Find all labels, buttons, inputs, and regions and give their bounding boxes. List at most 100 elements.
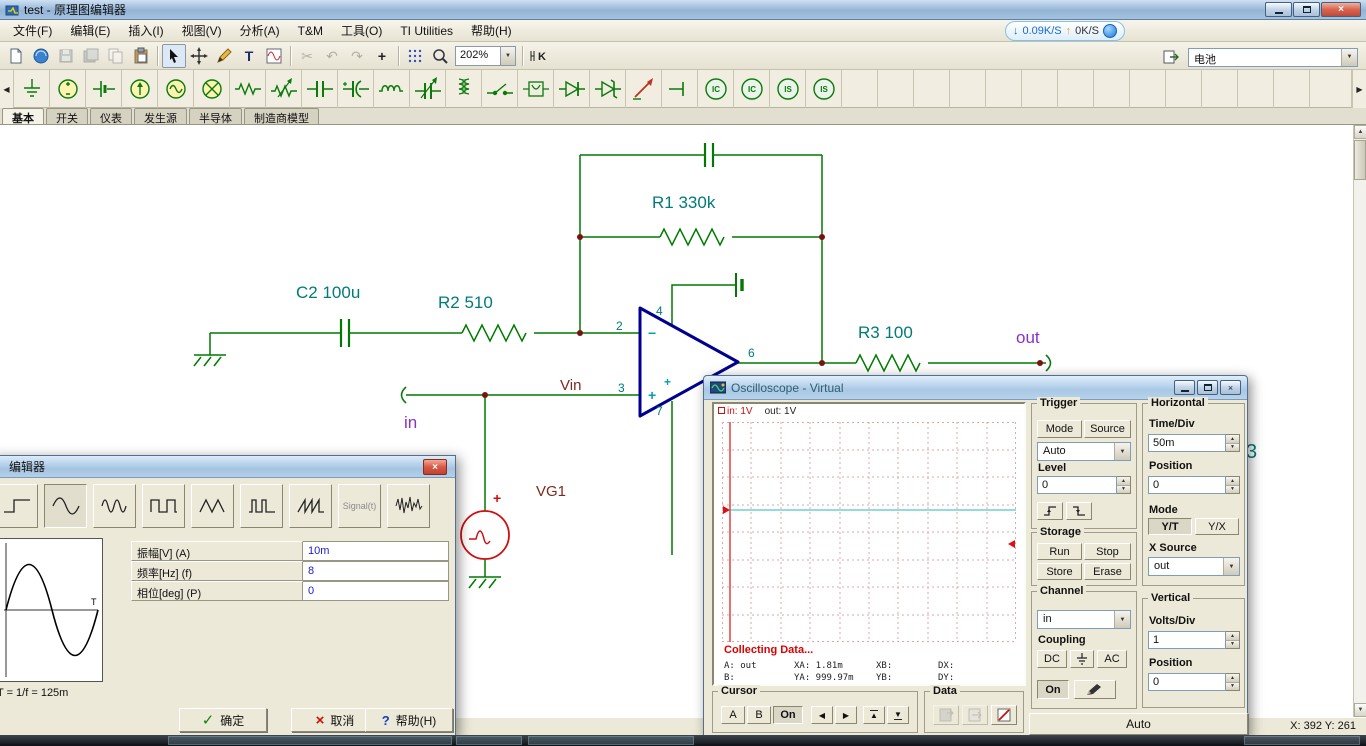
component-switch-button[interactable] [482,70,518,108]
waveform-noise-button[interactable] [387,484,430,528]
ok-button[interactable]: ✓ 确定 [179,708,267,732]
zoom-lens-button[interactable] [428,44,452,68]
menu-tools[interactable]: 工具(O) [332,19,391,42]
label-r2[interactable]: R2 510 [438,293,493,313]
waveform-triangle-button[interactable] [191,484,234,528]
resistor-r3[interactable] [855,353,921,373]
cursor-a-button[interactable]: A [721,706,745,724]
osc-minimize-button[interactable] [1174,380,1195,395]
menu-analysis[interactable]: 分析(A) [231,19,289,42]
component-dc-voltage-source-button[interactable] [50,70,86,108]
menu-insert[interactable]: 插入(I) [119,19,172,42]
tab-meters[interactable]: 仪表 [90,108,132,125]
pencil-button[interactable] [212,44,236,68]
waveform-signal-button[interactable]: Signal(t) [338,484,381,528]
trigger-mode-dropdown[interactable]: Auto ▼ [1037,442,1131,461]
component-electrolytic-capacitor-button[interactable] [338,70,374,108]
component-battery-button[interactable] [86,70,122,108]
auto-setup-button[interactable]: Auto [1029,713,1248,735]
trigger-mode-button[interactable]: Mode [1037,420,1082,438]
help-button[interactable]: ? 帮助(H) [365,708,453,732]
maximize-button[interactable] [1293,2,1320,17]
component-relay-button[interactable] [518,70,554,108]
trigger-level-spinner[interactable]: 0 ▲ ▼ [1037,476,1131,494]
zoom-dropdown-arrow-icon[interactable]: ▼ [501,45,516,66]
undo-button[interactable]: ↶ [320,44,344,68]
osc-close-button[interactable]: × [1220,380,1241,395]
time-div-spinner[interactable]: 50m ▲ ▼ [1148,434,1240,452]
label-r3[interactable]: R3 100 [858,323,913,343]
select-cursor-button[interactable] [162,43,186,68]
data-save-button[interactable] [933,705,959,725]
scrollbar-thumb[interactable] [1354,140,1366,180]
label-out[interactable]: out [1016,328,1040,348]
scroll-up-icon[interactable]: ▲ [1354,125,1366,139]
trigger-falling-edge-button[interactable] [1066,502,1092,520]
macro-chip-button[interactable]: K [527,44,551,68]
component-is-round-2-button[interactable]: IS [806,70,842,108]
component-ic-round-1-button[interactable]: IC [698,70,734,108]
add-part-button[interactable]: + [370,44,394,68]
waveform-viewer-button[interactable] [262,44,286,68]
label-in[interactable]: in [404,413,417,433]
dropdown-arrow-icon[interactable]: ▼ [1114,611,1130,628]
label-c2[interactable]: C2 100u [296,283,360,303]
run-button[interactable]: Run [1037,543,1082,560]
save-as-button[interactable] [79,44,103,68]
export-netlist-button[interactable] [1159,45,1183,69]
component-is-round-1-button[interactable]: IS [770,70,806,108]
save-button[interactable] [54,44,78,68]
cursor-top-button[interactable]: ▲ [863,706,885,724]
coupling-ac-button[interactable]: AC [1097,650,1127,668]
component-current-source-button[interactable] [122,70,158,108]
paste-button[interactable] [129,44,153,68]
menu-file[interactable]: 文件(F) [4,19,61,42]
tab-switches[interactable]: 开关 [46,108,88,125]
network-speed-monitor[interactable]: ↓ 0.09K/S ↑ 0K/S [1005,21,1125,41]
taskbar-item[interactable] [168,736,452,745]
component-scroll-right[interactable]: ▶ [1352,70,1366,108]
stop-button[interactable]: Stop [1084,543,1131,560]
trigger-rising-edge-button[interactable] [1037,502,1063,520]
component-probe-button[interactable] [626,70,662,108]
component-variable-capacitor-button[interactable] [410,70,446,108]
v-position-value[interactable]: 0 [1148,673,1226,691]
channel-on-button[interactable]: On [1037,680,1069,699]
windows-taskbar[interactable] [0,735,1366,746]
label-vin[interactable]: Vin [560,377,581,394]
waveform-double-sine-button[interactable] [93,484,136,528]
tab-semiconductors[interactable]: 半导体 [189,108,242,125]
component-diode-button[interactable] [554,70,590,108]
ground-symbol-vg1[interactable] [468,576,501,589]
text-tool-button[interactable]: T [237,44,261,68]
zoom-combobox[interactable]: 202% ▼ [455,45,516,66]
label-vg1[interactable]: VG1 [536,483,566,500]
taskbar-tray[interactable] [1244,736,1360,745]
store-button[interactable]: Store [1037,563,1082,580]
menu-tm[interactable]: T&M [289,21,332,41]
taskbar-item[interactable] [528,736,694,745]
component-capacitor-button[interactable] [302,70,338,108]
trigger-source-button[interactable]: Source [1084,420,1131,438]
h-position-value[interactable]: 0 [1148,476,1226,494]
copy-button[interactable] [104,44,128,68]
component-lamp-button[interactable] [194,70,230,108]
erase-button[interactable]: Erase [1084,563,1131,580]
editor-dialog-titlebar[interactable]: 编辑器 × [0,456,455,478]
component-potentiometer-button[interactable] [266,70,302,108]
menu-help[interactable]: 帮助(H) [462,19,521,42]
grid-toggle-button[interactable] [403,44,427,68]
data-clear-button[interactable] [991,705,1017,725]
volts-div-value[interactable]: 1 [1148,631,1226,649]
waveform-step-button[interactable] [0,484,38,528]
resistor-r1[interactable] [659,227,725,247]
menu-edit[interactable]: 编辑(E) [61,19,119,42]
coupling-dc-button[interactable]: DC [1037,650,1067,668]
dropdown-arrow-icon[interactable]: ▼ [1223,558,1239,575]
menu-ti-utilities[interactable]: TI Utilities [391,21,462,41]
part-family-dropdown[interactable]: 电池 ▼ [1188,47,1358,67]
dropdown-arrow-icon[interactable]: ▼ [1114,443,1130,460]
new-file-button[interactable] [4,44,28,68]
yt-mode-button[interactable]: Y/T [1148,518,1192,535]
editor-close-button[interactable]: × [423,459,447,475]
